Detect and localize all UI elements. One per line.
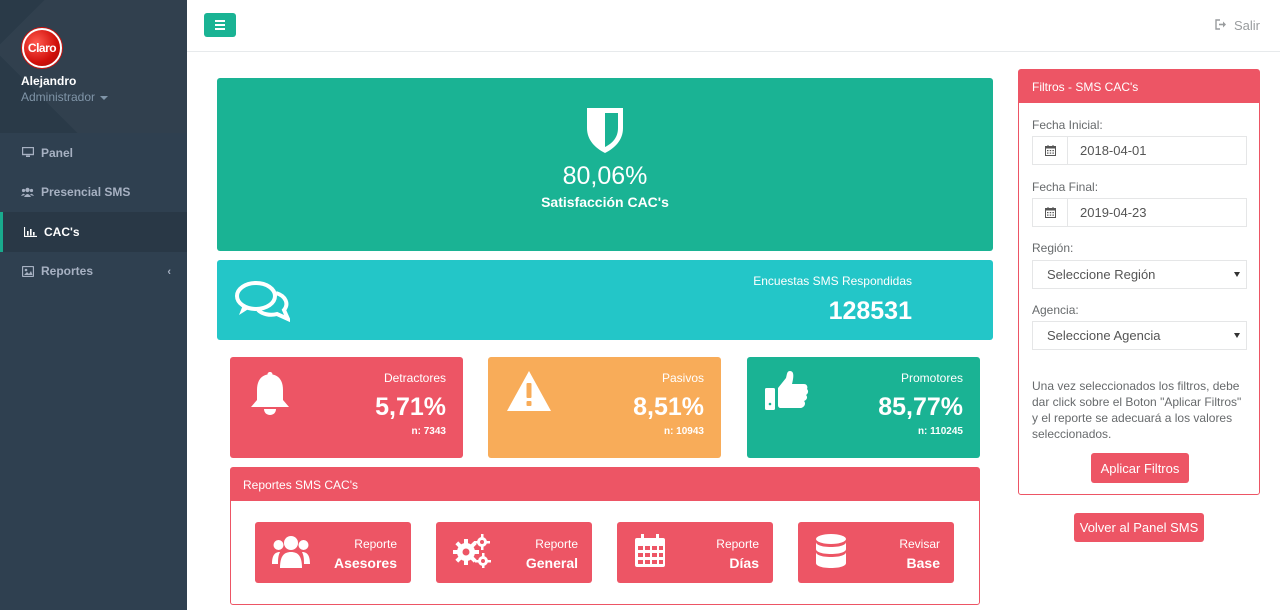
sidebar-item-panel[interactable]: Panel bbox=[0, 133, 187, 173]
users-icon bbox=[21, 187, 34, 198]
report-line2: Días bbox=[729, 555, 759, 571]
top-navbar: Salir bbox=[187, 0, 1280, 52]
filters-panel: Filtros - SMS CAC's Fecha Inicial: 2018-… bbox=[1018, 69, 1260, 495]
sign-out-icon bbox=[1215, 18, 1227, 33]
sidebar-item-label: Panel bbox=[41, 145, 74, 160]
logout-label: Salir bbox=[1233, 18, 1260, 33]
end-date-field[interactable]: 2019-04-23 bbox=[1032, 198, 1247, 227]
users-icon bbox=[272, 534, 310, 573]
promotores-count: n: 110245 bbox=[917, 426, 963, 437]
hamburger-icon bbox=[215, 28, 225, 30]
report-line1: Reporte bbox=[716, 537, 759, 551]
sidebar-item-label: Presencial SMS bbox=[41, 185, 131, 200]
logout-link[interactable]: Salir bbox=[1215, 18, 1260, 33]
database-icon bbox=[815, 534, 847, 573]
report-line1: Reporte bbox=[535, 537, 578, 551]
satisfaction-label: Satisfacción CAC's bbox=[541, 194, 669, 210]
report-dias-button[interactable]: Reporte Días bbox=[617, 522, 773, 583]
reports-title: Reportes SMS CAC's bbox=[231, 468, 979, 501]
filters-help-text: Una vez seleccionados los filtros, debe … bbox=[1032, 379, 1242, 441]
report-line2: Base bbox=[906, 555, 940, 571]
surveys-value: 128531 bbox=[828, 297, 912, 325]
sidebar-item-label: Reportes bbox=[41, 264, 94, 279]
report-line1: Reporte bbox=[354, 537, 397, 551]
promotores-card: Promotores 85,77% n: 110245 bbox=[747, 357, 980, 458]
pasivos-value: 8,51% bbox=[633, 393, 704, 421]
pasivos-count: n: 10943 bbox=[663, 426, 704, 437]
detractores-value: 5,71% bbox=[375, 393, 446, 421]
picture-icon bbox=[21, 265, 34, 277]
detractores-card: Detractores 5,71% n: 7343 bbox=[230, 357, 463, 458]
profile-header: Claro Alejandro Administrador bbox=[0, 0, 187, 133]
desktop-icon bbox=[21, 147, 34, 158]
satisfaction-value: 80,06% bbox=[562, 162, 648, 190]
comments-icon bbox=[234, 279, 292, 330]
start-date-value: 2018-04-01 bbox=[1080, 143, 1147, 158]
caret-down-icon bbox=[1234, 333, 1240, 338]
hamburger-icon bbox=[215, 24, 225, 26]
surveys-panel: Encuestas SMS Respondidas 128531 bbox=[217, 260, 993, 340]
report-line1: Revisar bbox=[899, 537, 940, 551]
start-date-label: Fecha Inicial: bbox=[1032, 118, 1103, 132]
apply-filters-button[interactable]: Aplicar Filtros bbox=[1091, 453, 1189, 483]
user-role: Administrador bbox=[21, 90, 96, 104]
hamburger-icon bbox=[215, 20, 225, 22]
pasivos-label: Pasivos bbox=[661, 371, 704, 385]
report-general-button[interactable]: Reporte General bbox=[436, 522, 592, 583]
menu-toggle-button[interactable] bbox=[204, 13, 236, 37]
sidebar-item-reportes[interactable]: Reportes ‹ bbox=[0, 252, 187, 292]
sidebar-item-presencial-sms[interactable]: Presencial SMS bbox=[0, 173, 187, 213]
agency-select-value: Seleccione Agencia bbox=[1047, 328, 1161, 343]
calendar-icon bbox=[634, 534, 666, 573]
filters-title: Filtros - SMS CAC's bbox=[1019, 70, 1259, 103]
end-date-label: Fecha Final: bbox=[1032, 180, 1099, 194]
sidebar: Claro Alejandro Administrador Panel Pres… bbox=[0, 0, 187, 610]
user-role-dropdown[interactable]: Administrador bbox=[21, 90, 109, 104]
bell-icon bbox=[248, 370, 292, 421]
report-asesores-button[interactable]: Reporte Asesores bbox=[255, 522, 411, 583]
region-label: Región: bbox=[1032, 241, 1074, 255]
cogs-icon bbox=[453, 534, 491, 573]
caret-down-icon bbox=[1234, 272, 1240, 277]
detractores-label: Detractores bbox=[383, 371, 446, 385]
sidebar-nav: Panel Presencial SMS CAC's Reportes ‹ bbox=[0, 133, 187, 291]
back-to-panel-button[interactable]: Volver al Panel SMS bbox=[1074, 513, 1204, 542]
start-date-field[interactable]: 2018-04-01 bbox=[1032, 136, 1247, 165]
surveys-label: Encuestas SMS Respondidas bbox=[753, 274, 912, 288]
bar-chart-icon bbox=[24, 226, 37, 237]
user-name: Alejandro bbox=[21, 74, 77, 88]
caret-down-icon bbox=[100, 95, 109, 100]
pasivos-card: Pasivos 8,51% n: 10943 bbox=[488, 357, 721, 458]
satisfaction-panel: 80,06% Satisfacción CAC's bbox=[217, 78, 993, 251]
reports-panel: Reportes SMS CAC's Reporte Asesores Repo… bbox=[230, 467, 980, 605]
thumbs-up-icon bbox=[765, 370, 809, 417]
report-line2: Asesores bbox=[333, 555, 397, 571]
agency-label: Agencia: bbox=[1032, 303, 1079, 317]
end-date-value: 2019-04-23 bbox=[1080, 205, 1147, 220]
region-select[interactable]: Seleccione Región bbox=[1032, 260, 1247, 289]
detractores-count: n: 7343 bbox=[411, 426, 446, 437]
review-base-button[interactable]: Revisar Base bbox=[798, 522, 954, 583]
promotores-label: Promotores bbox=[900, 371, 963, 385]
calendar-icon bbox=[1033, 137, 1068, 164]
calendar-icon bbox=[1033, 199, 1068, 226]
report-line2: General bbox=[525, 555, 578, 571]
sidebar-item-label: CAC's bbox=[44, 224, 80, 239]
chevron-left-icon: ‹ bbox=[167, 265, 171, 278]
shield-icon bbox=[585, 106, 625, 159]
promotores-value: 85,77% bbox=[878, 393, 963, 421]
warning-icon bbox=[506, 370, 552, 417]
region-select-value: Seleccione Región bbox=[1047, 267, 1156, 282]
claro-logo: Claro bbox=[22, 28, 62, 68]
sidebar-item-cacs[interactable]: CAC's bbox=[0, 212, 187, 252]
agency-select[interactable]: Seleccione Agencia bbox=[1032, 321, 1247, 350]
logo-text: Claro bbox=[27, 41, 57, 55]
